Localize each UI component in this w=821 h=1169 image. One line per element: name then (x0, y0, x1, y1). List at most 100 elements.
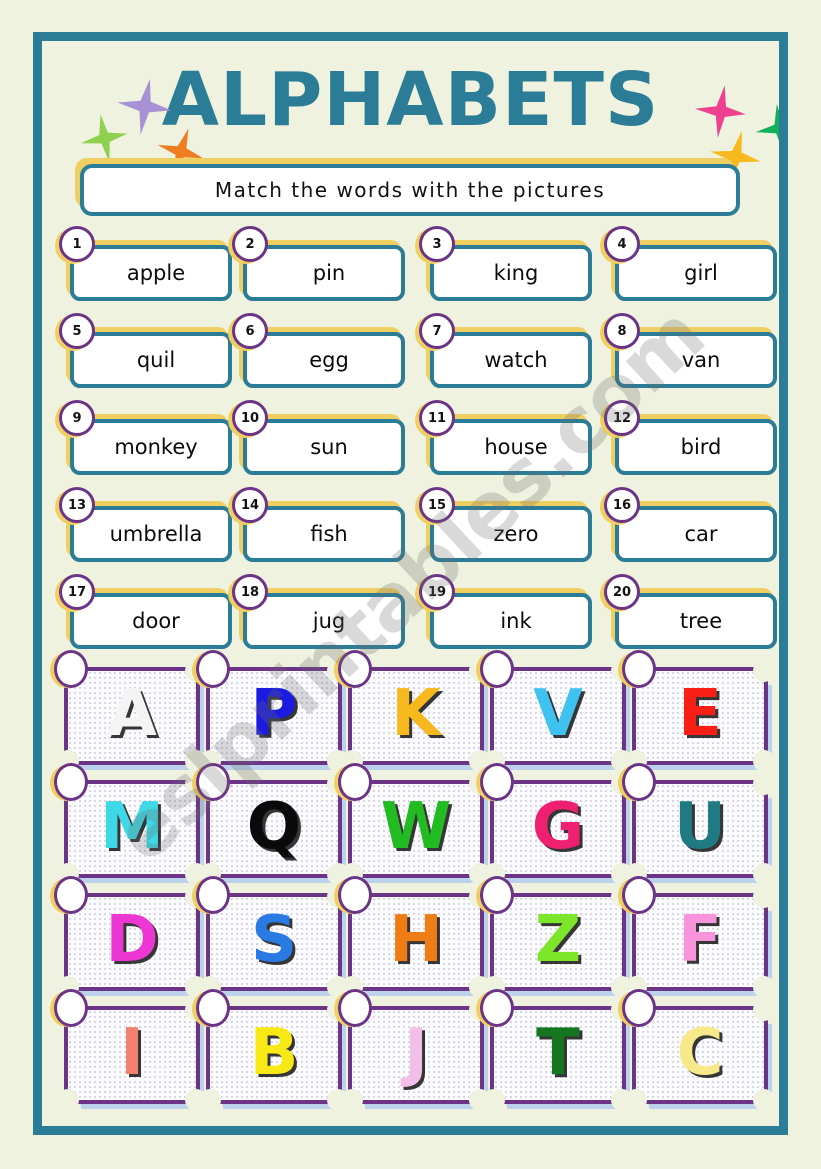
letter-card[interactable]: Q (192, 763, 349, 885)
letter-card-body[interactable]: Q (199, 773, 349, 885)
letter-card-body[interactable]: H (341, 886, 491, 998)
punch-hole-icon (480, 989, 514, 1027)
word-item[interactable]: car 16 (600, 487, 777, 562)
word-item[interactable]: girl 4 (600, 226, 777, 301)
letter-card-body[interactable]: C (625, 999, 775, 1111)
letter-glyph: T (536, 1016, 580, 1090)
instruction-bar: Match the words with the pictures (80, 164, 740, 216)
number-badge-text: 1 (72, 236, 82, 252)
letter-card[interactable]: G (476, 763, 633, 885)
word-box[interactable]: sun (243, 419, 405, 475)
letter-card-body[interactable]: E (625, 660, 775, 772)
word-item[interactable]: watch 7 (415, 313, 592, 388)
letter-card-body[interactable]: I (57, 999, 207, 1111)
word-item[interactable]: tree 20 (600, 574, 777, 649)
letter-card-body[interactable]: S (199, 886, 349, 998)
word-item[interactable]: door 17 (55, 574, 232, 649)
letter-card-body[interactable]: A (57, 660, 207, 772)
word-item[interactable]: quil 5 (55, 313, 232, 388)
word-box[interactable]: tree (615, 593, 777, 649)
word-box[interactable]: fish (243, 506, 405, 562)
letter-card[interactable]: P (192, 650, 349, 772)
word-item[interactable]: zero 15 (415, 487, 592, 562)
letter-card[interactable]: D (50, 876, 207, 998)
word-item[interactable]: pin 2 (228, 226, 405, 301)
word-item[interactable]: bird 12 (600, 400, 777, 475)
letter-card[interactable]: S (192, 876, 349, 998)
word-item[interactable]: umbrella 13 (55, 487, 232, 562)
word-box[interactable]: house (430, 419, 592, 475)
letter-card[interactable]: T (476, 989, 633, 1111)
number-badge: 15 (419, 487, 455, 523)
letter-glyph: Z (534, 903, 582, 977)
letter-card-body[interactable]: J (341, 999, 491, 1111)
letter-card-body[interactable]: V (483, 660, 633, 772)
letter-card[interactable]: Z (476, 876, 633, 998)
punch-hole-icon (196, 876, 230, 914)
word-box[interactable]: car (615, 506, 777, 562)
letter-card[interactable]: J (334, 989, 491, 1111)
word-box[interactable]: quil (70, 332, 232, 388)
word-box[interactable]: girl (615, 245, 777, 301)
word-box[interactable]: ink (430, 593, 592, 649)
word-item[interactable]: fish 14 (228, 487, 405, 562)
word-row: monkey 9 sun 10 house 11 bird 12 (55, 400, 777, 492)
letter-card[interactable]: M (50, 763, 207, 885)
letter-card-body[interactable]: F (625, 886, 775, 998)
word-item[interactable]: jug 18 (228, 574, 405, 649)
word-item[interactable]: sun 10 (228, 400, 405, 475)
word-box[interactable]: egg (243, 332, 405, 388)
number-badge: 6 (232, 313, 268, 349)
word-box[interactable]: pin (243, 245, 405, 301)
letter-card-body[interactable]: P (199, 660, 349, 772)
word-item[interactable]: egg 6 (228, 313, 405, 388)
word-box[interactable]: monkey (70, 419, 232, 475)
letter-card-body[interactable]: Z (483, 886, 633, 998)
punch-hole-icon (480, 650, 514, 688)
word-item[interactable]: apple 1 (55, 226, 232, 301)
letter-card[interactable]: W (334, 763, 491, 885)
letter-card-body[interactable]: U (625, 773, 775, 885)
letter-glyph: G (531, 790, 585, 864)
word-item[interactable]: house 11 (415, 400, 592, 475)
letter-card[interactable]: I (50, 989, 207, 1111)
word-box[interactable]: bird (615, 419, 777, 475)
letter-card-body[interactable]: M (57, 773, 207, 885)
word-item[interactable]: monkey 9 (55, 400, 232, 475)
word-box[interactable]: watch (430, 332, 592, 388)
word-box[interactable]: zero (430, 506, 592, 562)
word-box[interactable]: van (615, 332, 777, 388)
letter-card[interactable]: B (192, 989, 349, 1111)
word-box[interactable]: apple (70, 245, 232, 301)
letter-card[interactable]: H (334, 876, 491, 998)
letter-card-body[interactable]: T (483, 999, 633, 1111)
letter-card-body[interactable]: K (341, 660, 491, 772)
letter-card[interactable]: C (618, 989, 775, 1111)
letter-card-body[interactable]: G (483, 773, 633, 885)
letter-card[interactable]: A (50, 650, 207, 772)
word-label: tree (679, 609, 723, 633)
number-badge: 20 (604, 574, 640, 610)
word-item[interactable]: king 3 (415, 226, 592, 301)
letter-card-grid: A P K V E M Q W G U D S H Z F I B J T C (50, 650, 775, 1111)
word-item[interactable]: ink 19 (415, 574, 592, 649)
letter-card[interactable]: U (618, 763, 775, 885)
letter-card[interactable]: F (618, 876, 775, 998)
title-area: ALPHABETS (42, 47, 779, 183)
word-box[interactable]: umbrella (70, 506, 232, 562)
letter-card[interactable]: K (334, 650, 491, 772)
letter-card-body[interactable]: D (57, 886, 207, 998)
letter-card[interactable]: V (476, 650, 633, 772)
letter-card[interactable]: E (618, 650, 775, 772)
letter-card-body[interactable]: W (341, 773, 491, 885)
number-badge: 9 (59, 400, 95, 436)
word-item[interactable]: van 8 (600, 313, 777, 388)
word-label: king (493, 261, 539, 285)
word-box[interactable]: door (70, 593, 232, 649)
number-badge-text: 19 (427, 584, 447, 600)
number-badge: 8 (604, 313, 640, 349)
punch-hole-icon (480, 876, 514, 914)
letter-card-body[interactable]: B (199, 999, 349, 1111)
word-box[interactable]: king (430, 245, 592, 301)
word-box[interactable]: jug (243, 593, 405, 649)
